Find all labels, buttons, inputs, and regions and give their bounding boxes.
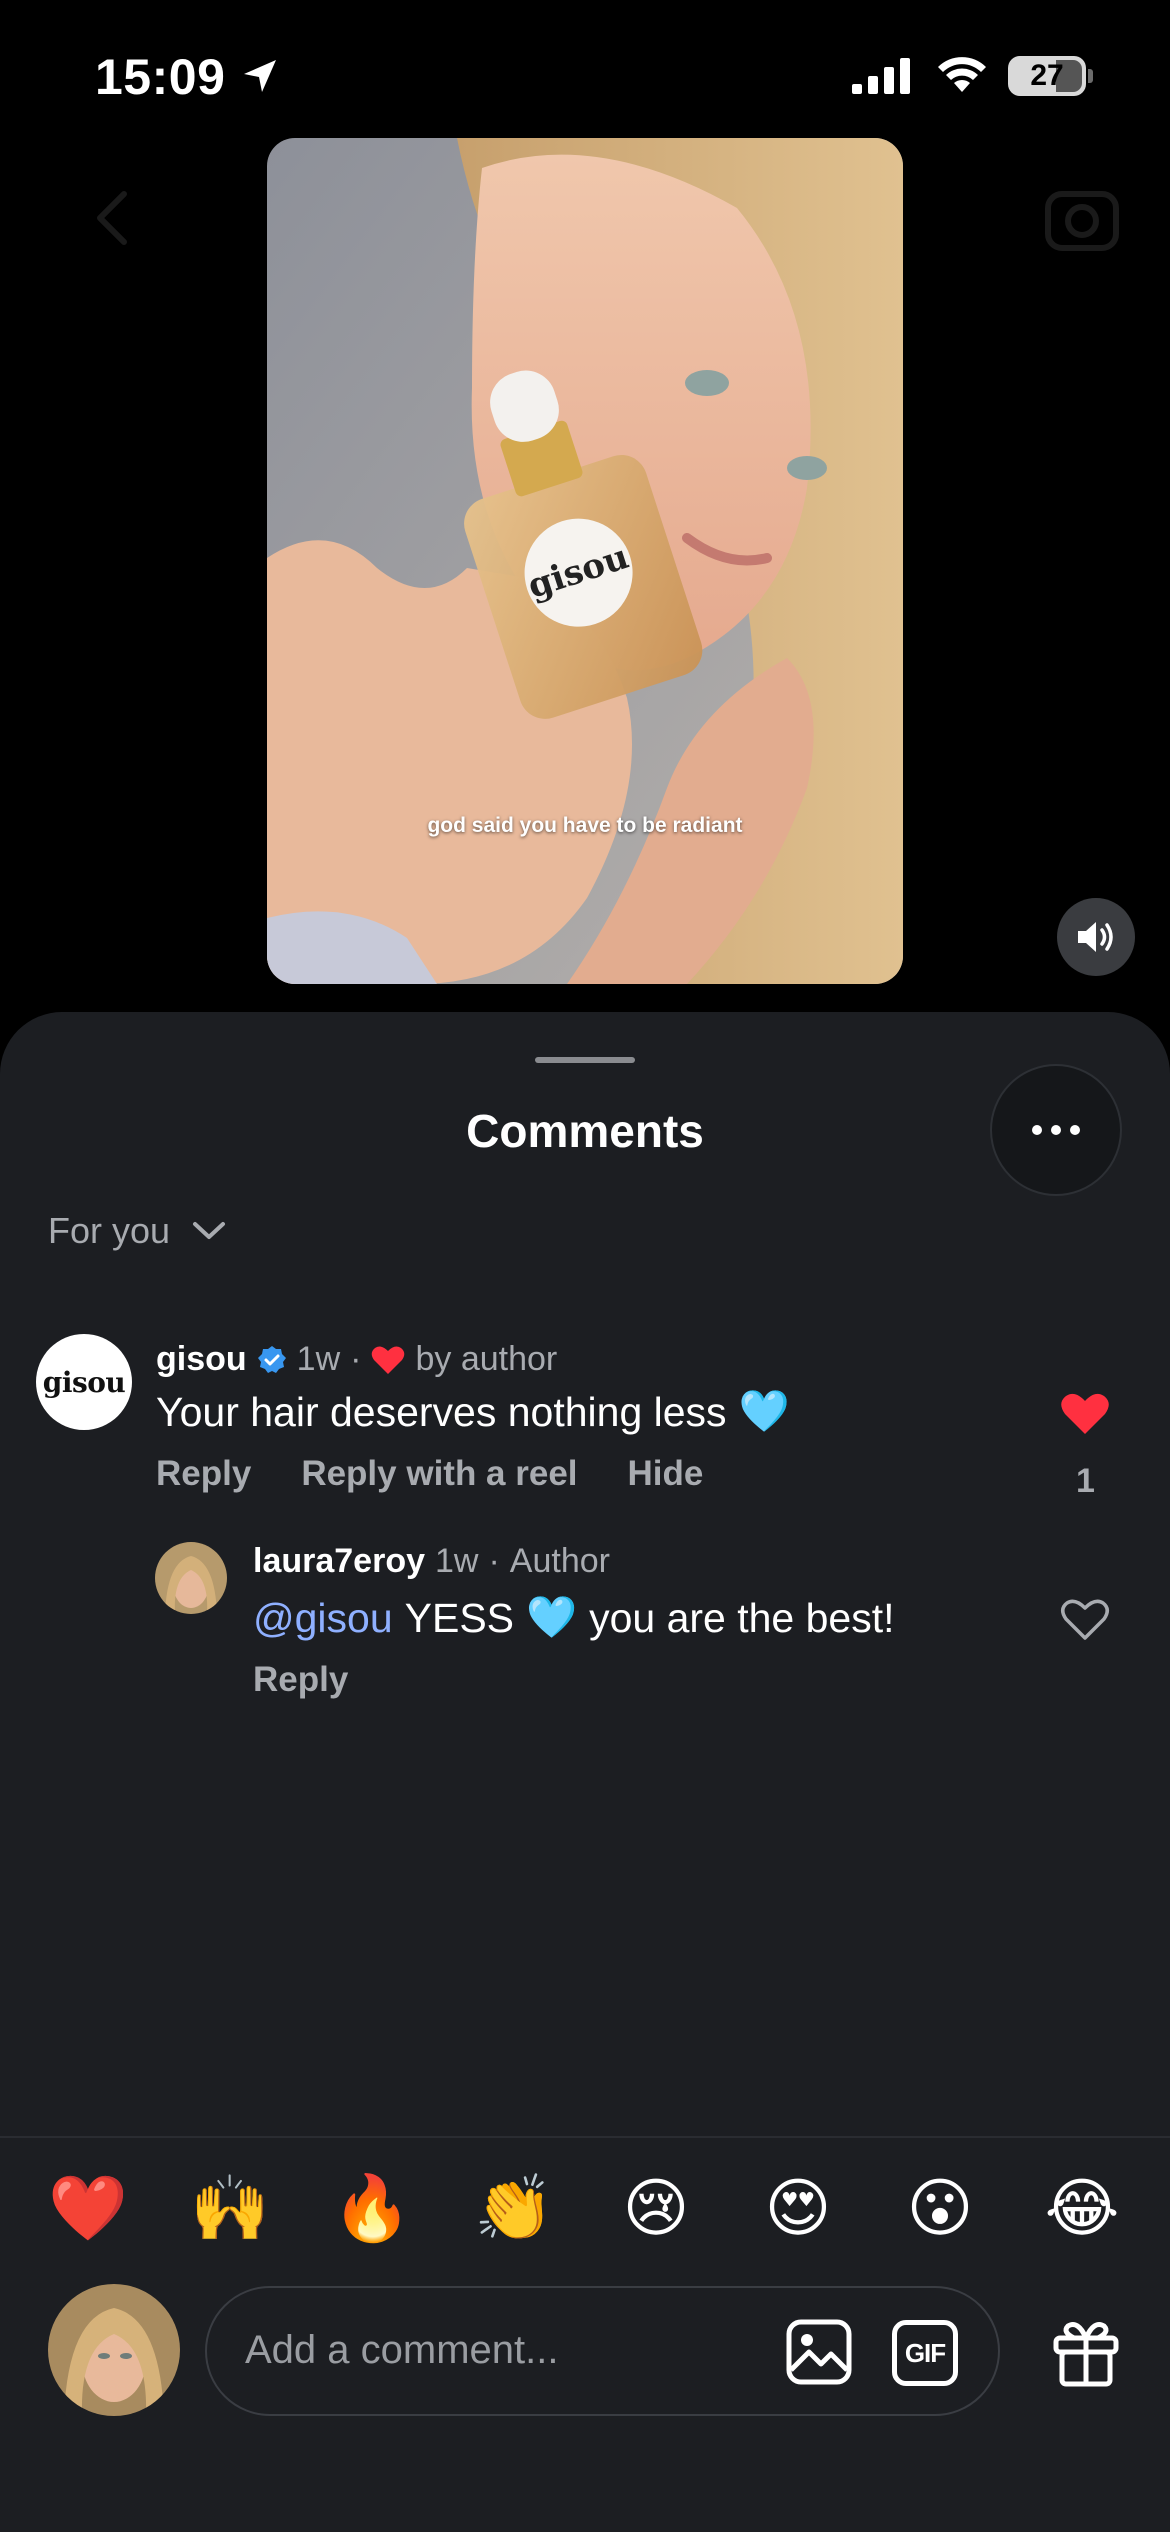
gif-button[interactable]: GIF [892,2320,958,2386]
location-arrow-icon [244,60,276,92]
gift-icon[interactable] [1050,2316,1122,2388]
avatar-photo [155,1542,227,1614]
heart-filled-icon [372,1346,405,1374]
meta-separator: · [488,1542,500,1580]
comment-username[interactable]: gisou [156,1340,247,1379]
emoji-raising-hands[interactable]: 🙌 [190,2168,270,2248]
comment-text: @gisou YESS 🩵 you are the best! [253,1594,895,1642]
comment-body-end: you are the best! [589,1594,895,1641]
emoji-red-heart[interactable]: ❤️ [48,2168,128,2248]
mention-link[interactable]: @gisou [253,1595,393,1642]
status-bar: 15:09 27 [0,0,1170,140]
emoji-fire[interactable]: 🔥 [332,2168,412,2248]
author-badge: Author [509,1542,610,1580]
back-arrow-icon[interactable] [92,190,132,246]
like-heart-outline-icon[interactable] [1060,1598,1110,1642]
verified-badge-icon [257,1345,286,1373]
avatar[interactable]: gisou [36,1334,132,1430]
emoji-crying[interactable]: 😢 [616,2168,696,2248]
comment-actions: Reply [253,1660,348,1700]
current-user-avatar[interactable] [48,2284,180,2416]
avatar[interactable] [155,1542,227,1614]
speaker-icon [1078,922,1113,952]
camera-icon[interactable] [1044,182,1120,252]
comment-input-placeholder: Add a comment... [245,2328,559,2372]
emoji-surprised[interactable]: 😮 [900,2168,980,2248]
reply-with-reel-button[interactable]: Reply with a reel [301,1454,577,1494]
battery-percent: 27 [1030,59,1064,92]
emoji-heart-eyes[interactable]: 😍 [758,2168,838,2248]
comment-filter-dropdown[interactable]: For you [48,1210,226,1252]
comment-username[interactable]: laura7eroy [253,1542,425,1581]
comment-meta: gisou 1w · by author [156,1340,557,1379]
light-blue-heart-emoji: 🩵 [738,1388,790,1434]
battery-indicator: 27 [1008,56,1093,96]
video-caption: god said you have to be radiant [427,814,743,837]
chevron-down-icon [193,1222,226,1239]
status-time: 15:09 [95,49,226,105]
divider [0,2136,1170,2138]
light-blue-heart-emoji: 🩵 [526,1594,578,1640]
comment-meta: laura7eroy 1w · Author [253,1542,610,1581]
reply-button[interactable]: Reply [253,1660,348,1700]
sound-toggle-button[interactable] [1057,898,1135,976]
comment-actions: Reply Reply with a reel Hide [156,1454,703,1494]
filter-label: For you [48,1210,171,1251]
more-options-button[interactable] [990,1064,1122,1196]
reply-button[interactable]: Reply [156,1454,251,1494]
comment-body-start: YESS [404,1594,515,1641]
wifi-icon [938,57,986,92]
comment-time: 1w [435,1542,479,1580]
sheet-grabber[interactable] [535,1057,635,1063]
like-count: 1 [1076,1462,1095,1500]
comment-body: Your hair deserves nothing less [156,1388,727,1435]
cellular-signal-icon [852,58,910,94]
comment-time: 1w [296,1340,341,1378]
avatar-photo [48,2284,180,2416]
liked-by-author-label: by author [415,1340,558,1378]
reel-video[interactable]: gisou god said you have to be radiant [267,138,903,984]
comment-text: Your hair deserves nothing less 🩵 [156,1388,790,1436]
comment-input[interactable]: Add a comment... GIF [205,2286,1000,2416]
video-frame-illustration: gisou [267,138,903,984]
ellipsis-icon [1032,1125,1080,1135]
hide-button[interactable]: Hide [628,1454,704,1494]
like-heart-filled-icon[interactable] [1060,1392,1110,1436]
quick-emoji-bar: ❤️ 🙌 🔥 👏 😢 😍 😮 😂 [0,2168,1170,2248]
meta-separator: · [350,1340,362,1378]
avatar-logo: gisou [42,1365,126,1399]
emoji-laughing[interactable]: 😂 [1042,2168,1122,2248]
image-icon[interactable] [785,2318,853,2386]
emoji-clapping[interactable]: 👏 [474,2168,554,2248]
